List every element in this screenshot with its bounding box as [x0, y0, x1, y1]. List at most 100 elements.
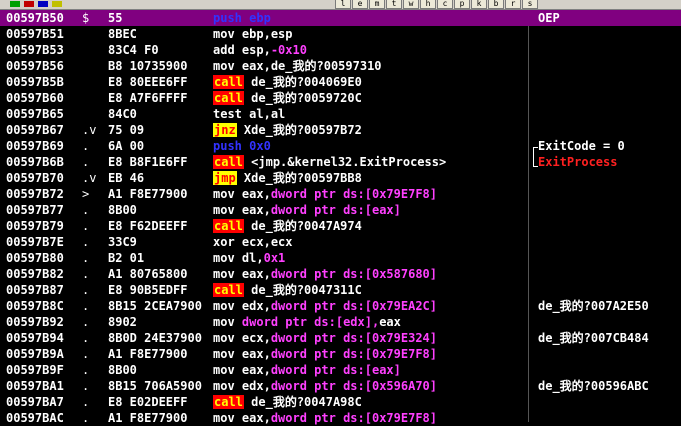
address-cell[interactable]: 00597B70 [6, 170, 78, 186]
disasm-row[interactable]: 00597B9A. A1 F8E77900 mov eax,dword ptr ds… [0, 346, 681, 362]
disasm-row[interactable]: 00597B87. E8 90B5EDFF call de_我的?0047311C [0, 282, 681, 298]
comment-cell[interactable]: OEP [538, 10, 681, 26]
comment-cell[interactable]: de_我的?00596ABC [538, 378, 681, 394]
hex-bytes-cell[interactable]: 55 [108, 10, 208, 26]
comment-cell[interactable] [538, 314, 681, 330]
comment-cell[interactable]: de_我的?007CB484 [538, 330, 681, 346]
hex-bytes-cell[interactable]: B2 01 [108, 250, 208, 266]
hex-bytes-cell[interactable]: 6A 00 [108, 138, 208, 154]
disasm-row[interactable]: 00597B5B E8 80EEE6FF call de_我的?004069E0 [0, 74, 681, 90]
toolbar-button-h[interactable]: h [420, 0, 436, 9]
disassembly-cell[interactable]: mov eax,dword ptr ds:[eax] [213, 362, 525, 378]
address-cell[interactable]: 00597B92 [6, 314, 78, 330]
disassembly-cell[interactable]: call <jmp.&kernel32.ExitProcess> [213, 154, 525, 170]
disasm-row[interactable]: 00597B82. A1 80765800 mov eax,dword ptr ds… [0, 266, 681, 282]
comment-cell[interactable] [538, 58, 681, 74]
hex-bytes-cell[interactable]: 8B15 2CEA7900 [108, 298, 208, 314]
toolbar-button-r[interactable]: r [505, 0, 521, 9]
toolbar-button-p[interactable]: p [454, 0, 470, 9]
disasm-row[interactable]: 00597BA1. 8B15 706A5900 mov edx,dword ptr … [0, 378, 681, 394]
address-cell[interactable]: 00597B5B [6, 74, 78, 90]
disassembly-cell[interactable]: test al,al [213, 106, 525, 122]
toolbar-button-b[interactable]: b [488, 0, 504, 9]
hex-bytes-cell[interactable]: B8 10735900 [108, 58, 208, 74]
disasm-row[interactable]: 00597B69. 6A 00 push 0x0 ExitCode = 0 [0, 138, 681, 154]
address-cell[interactable]: 00597B9A [6, 346, 78, 362]
disassembly-view[interactable]: 00597B50 $55 push ebp OEP 00597B51 8BEC mov eb… [0, 10, 681, 426]
disassembly-cell[interactable]: jmp Xde_我的?00597BB8 [213, 170, 525, 186]
address-cell[interactable]: 00597B8C [6, 298, 78, 314]
comment-cell[interactable] [538, 282, 681, 298]
hex-bytes-cell[interactable]: 84C0 [108, 106, 208, 122]
disasm-row[interactable]: 00597B8C. 8B15 2CEA7900 mov edx,dword ptr … [0, 298, 681, 314]
comment-cell[interactable] [538, 122, 681, 138]
disassembly-cell[interactable]: jnz Xde_我的?00597B72 [213, 122, 525, 138]
disasm-row[interactable]: 00597B51 8BEC mov ebp,esp [0, 26, 681, 42]
disassembly-cell[interactable]: call de_我的?0047A98C [213, 394, 525, 410]
hex-bytes-cell[interactable]: E8 E02DEEFF [108, 394, 208, 410]
address-cell[interactable]: 00597BA1 [6, 378, 78, 394]
comment-cell[interactable]: ExitCode = 0 [538, 138, 681, 154]
hex-bytes-cell[interactable]: E8 F62DEEFF [108, 218, 208, 234]
comment-cell[interactable] [538, 42, 681, 58]
toolbar-button-t[interactable]: t [386, 0, 402, 9]
hex-bytes-cell[interactable]: 8B15 706A5900 [108, 378, 208, 394]
disasm-row[interactable]: 00597BAC. A1 F8E77900 mov eax,dword ptr ds… [0, 410, 681, 426]
hex-bytes-cell[interactable]: EB 46 [108, 170, 208, 186]
toolbar-color-0[interactable] [10, 1, 20, 7]
comment-cell[interactable] [538, 202, 681, 218]
disassembly-cell[interactable]: mov eax,dword ptr ds:[eax] [213, 202, 525, 218]
address-cell[interactable]: 00597BA7 [6, 394, 78, 410]
toolbar-button-m[interactable]: m [369, 0, 385, 9]
disassembly-cell[interactable]: mov eax,dword ptr ds:[0x79E7F8] [213, 410, 525, 426]
comment-cell[interactable] [538, 90, 681, 106]
disassembly-cell[interactable]: mov ecx,dword ptr ds:[0x79E324] [213, 330, 525, 346]
disassembly-cell[interactable]: call de_我的?0059720C [213, 90, 525, 106]
address-cell[interactable]: 00597BAC [6, 410, 78, 426]
comment-cell[interactable] [538, 266, 681, 282]
disassembly-cell[interactable]: mov eax,dword ptr ds:[0x79E7F8] [213, 346, 525, 362]
disasm-row[interactable]: 00597B67 .v 75 09 jnz Xde_我的?00597B72 [0, 122, 681, 138]
comment-cell[interactable]: de_我的?007A2E50 [538, 298, 681, 314]
comment-cell[interactable] [538, 234, 681, 250]
disassembly-cell[interactable]: mov eax,de_我的?00597310 [213, 58, 525, 74]
hex-bytes-cell[interactable]: 8BEC [108, 26, 208, 42]
hex-bytes-cell[interactable]: A1 F8E77900 [108, 410, 208, 426]
address-cell[interactable]: 00597B50 [6, 10, 78, 26]
toolbar-color-1[interactable] [24, 1, 34, 7]
disassembly-cell[interactable]: mov edx,dword ptr ds:[0x596A70] [213, 378, 525, 394]
disassembly-cell[interactable]: mov ebp,esp [213, 26, 525, 42]
address-cell[interactable]: 00597B53 [6, 42, 78, 58]
address-cell[interactable]: 00597B72 [6, 186, 78, 202]
address-cell[interactable]: 00597B51 [6, 26, 78, 42]
address-cell[interactable]: 00597B87 [6, 282, 78, 298]
hex-bytes-cell[interactable]: E8 80EEE6FF [108, 74, 208, 90]
hex-bytes-cell[interactable]: 75 09 [108, 122, 208, 138]
hex-bytes-cell[interactable]: 8B00 [108, 362, 208, 378]
address-cell[interactable]: 00597B77 [6, 202, 78, 218]
address-cell[interactable]: 00597B7E [6, 234, 78, 250]
address-cell[interactable]: 00597B65 [6, 106, 78, 122]
disasm-row[interactable]: 00597B80. B2 01 mov dl,0x1 [0, 250, 681, 266]
comment-cell[interactable] [538, 346, 681, 362]
disasm-row[interactable]: 00597B6B. E8 B8F1E6FF call <jmp.&kernel32.… [0, 154, 681, 170]
disassembly-cell[interactable]: push 0x0 [213, 138, 525, 154]
comment-cell[interactable]: ExitProcess [538, 154, 681, 170]
disassembly-cell[interactable]: mov edx,dword ptr ds:[0x79EA2C] [213, 298, 525, 314]
disasm-row[interactable]: 00597B56 B8 10735900 mov eax,de_我的?0059731… [0, 58, 681, 74]
disassembly-cell[interactable]: mov eax,dword ptr ds:[0x79E7F8] [213, 186, 525, 202]
hex-bytes-cell[interactable]: 8B0D 24E37900 [108, 330, 208, 346]
toolbar-color-3[interactable] [52, 1, 62, 7]
disassembly-cell[interactable]: mov eax,dword ptr ds:[0x587680] [213, 266, 525, 282]
disasm-row[interactable]: 00597B92. 8902 mov dword ptr ds:[edx],eax [0, 314, 681, 330]
disassembly-cell[interactable]: call de_我的?0047311C [213, 282, 525, 298]
hex-bytes-cell[interactable]: A1 F8E77900 [108, 186, 208, 202]
address-cell[interactable]: 00597B9F [6, 362, 78, 378]
hex-bytes-cell[interactable]: A1 F8E77900 [108, 346, 208, 362]
comment-cell[interactable] [538, 394, 681, 410]
toolbar-color-2[interactable] [38, 1, 48, 7]
toolbar-button-s[interactable]: s [522, 0, 538, 9]
address-cell[interactable]: 00597B69 [6, 138, 78, 154]
comment-cell[interactable] [538, 26, 681, 42]
disasm-row[interactable]: 00597B72 > A1 F8E77900 mov eax,dword ptr ds… [0, 186, 681, 202]
